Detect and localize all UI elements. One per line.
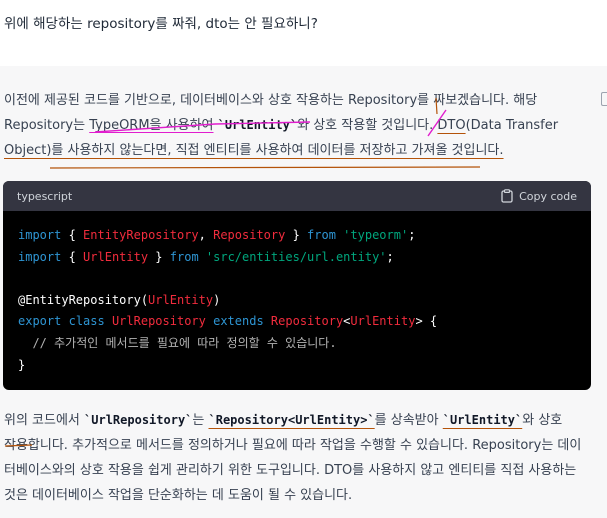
outro-text-3: 터베이스와의 상호 작용을 쉽게 관리하기 위한 도구입니다. DTO를 사용하… [4, 463, 577, 478]
inline-code-urlentity: `UrlEntity` [217, 118, 298, 132]
code-token: from [169, 249, 199, 264]
code-token: Repository [213, 228, 286, 242]
outro-line-4: 것은 데이터베이스 작업을 단순화하는 데 도움이 될 수 있습니다. [4, 483, 594, 508]
code-token: 'src/entities/url.entity' [205, 249, 387, 264]
inline-code-repository-generic: `Repository<UrlEntity>` [208, 413, 375, 427]
outro-text-1d: 와 상호 [522, 413, 563, 428]
code-token: } [285, 228, 308, 242]
code-token: EntityRepository [83, 228, 199, 242]
intro-text-2a: Repository는 [4, 118, 90, 133]
intro-text-3a: Object) [4, 143, 52, 158]
outro-text-2: 작용합니다. 추가적으로 메서드를 정의하거나 필요에 따라 작업을 수행할 수… [4, 438, 582, 453]
code-token: UrlEntity [148, 292, 214, 307]
code-token: import [18, 249, 62, 264]
user-message-row: 위에 해당하는 repository를 짜줘, dto는 안 필요하니? [0, 0, 607, 67]
code-line-5: export class UrlRepository extends Repos… [18, 311, 576, 333]
code-token: Repository [270, 314, 344, 329]
intro-line-1: 이전에 제공된 코드를 기반으로, 데이터베이스와 상호 작용하는 Reposi… [4, 88, 594, 113]
copy-code-label: Copy code [519, 189, 577, 203]
code-line-7: } [18, 357, 26, 372]
code-token: ) [213, 292, 221, 307]
code-token: from [307, 228, 336, 242]
response-intro: 이전에 제공된 코드를 기반으로, 데이터베이스와 상호 작용하는 Reposi… [4, 88, 594, 163]
code-line-2: import { UrlEntity } from 'src/entities/… [18, 247, 576, 269]
intro-text-3b: 를 사용하지 않는다면, 직접 엔티티를 사용하여 데이터를 저장하고 가져올 … [51, 143, 504, 158]
intro-text-2e: DTO [437, 118, 466, 133]
inline-code-urlentity: `UrlEntity` [442, 413, 523, 427]
code-token: ; [386, 249, 394, 264]
code-token: UrlEntity [83, 249, 149, 264]
outro-line-1: 위의 코드에서 `UrlRepository`는 `Repository<Url… [4, 408, 594, 433]
code-token: ; [408, 228, 416, 242]
code-line-4: @EntityRepository(UrlEntity) [18, 290, 576, 312]
outro-line-2: 작용합니다. 추가적으로 메서드를 정의하거나 필요에 따라 작업을 수행할 수… [4, 433, 594, 458]
code-line-6: // 추가적인 메서드를 필요에 따라 정의할 수 있습니다. [18, 335, 337, 350]
code-token: , [198, 228, 214, 242]
code-token: } [148, 249, 170, 264]
user-message-text: 위에 해당하는 repository를 짜줘, dto는 안 필요하니? [4, 16, 318, 32]
code-block: typescript Copy code import { EntityRepo… [3, 181, 591, 390]
intro-line-2: Repository는 TypeORM을 사용하여 `UrlEntity`와 상… [4, 113, 594, 138]
outro-text-1c: 를 상속받아 [374, 413, 443, 428]
code-token: 'typeorm' [343, 228, 409, 242]
code-token: > { [415, 314, 438, 329]
code-token: export [18, 314, 62, 329]
code-token: import [18, 228, 62, 242]
outro-text-4: 것은 데이터베이스 작업을 단순화하는 데 도움이 될 수 있습니다. [4, 488, 353, 503]
code-token: { [61, 249, 84, 264]
code-token: class [68, 314, 105, 329]
inline-code-urlrepository: `UrlRepository` [84, 413, 193, 427]
code-language-label: typescript [17, 189, 73, 203]
intro-text-1: 이전에 제공된 코드를 기반으로, 데이터베이스와 상호 작용하는 Reposi… [4, 93, 538, 108]
code-token: { [61, 228, 84, 242]
copy-code-button[interactable]: Copy code [501, 189, 577, 203]
edit-icon[interactable] [601, 92, 607, 106]
code-header: typescript Copy code [3, 181, 591, 211]
code-token: UrlEntity [350, 314, 416, 329]
code-token: UrlRepository [111, 314, 206, 329]
code-body: import { EntityRepository, Repository } … [3, 211, 591, 376]
outro-text-1a: 위의 코드에서 [4, 413, 85, 428]
code-line-1: import { EntityRepository, Repository } … [18, 225, 576, 247]
intro-text-2b: TypeORM을 사용하여 [89, 118, 214, 133]
intro-text-2d: 와 상호 작용할 것입니다. [297, 118, 438, 133]
code-token: extends [213, 314, 264, 329]
outro-line-3: 터베이스와의 상호 작용을 쉽게 관리하기 위한 도구입니다. DTO를 사용하… [4, 458, 594, 483]
outro-text-1b: 는 [192, 413, 209, 428]
clipboard-icon [501, 189, 513, 203]
response-outro: 위의 코드에서 `UrlRepository`는 `Repository<Url… [4, 408, 594, 508]
intro-text-2f: (Data Transfer [465, 118, 559, 133]
intro-line-3: Object)를 사용하지 않는다면, 직접 엔티티를 사용하여 데이터를 저장… [4, 138, 594, 163]
code-token: @EntityRepository( [18, 292, 149, 307]
